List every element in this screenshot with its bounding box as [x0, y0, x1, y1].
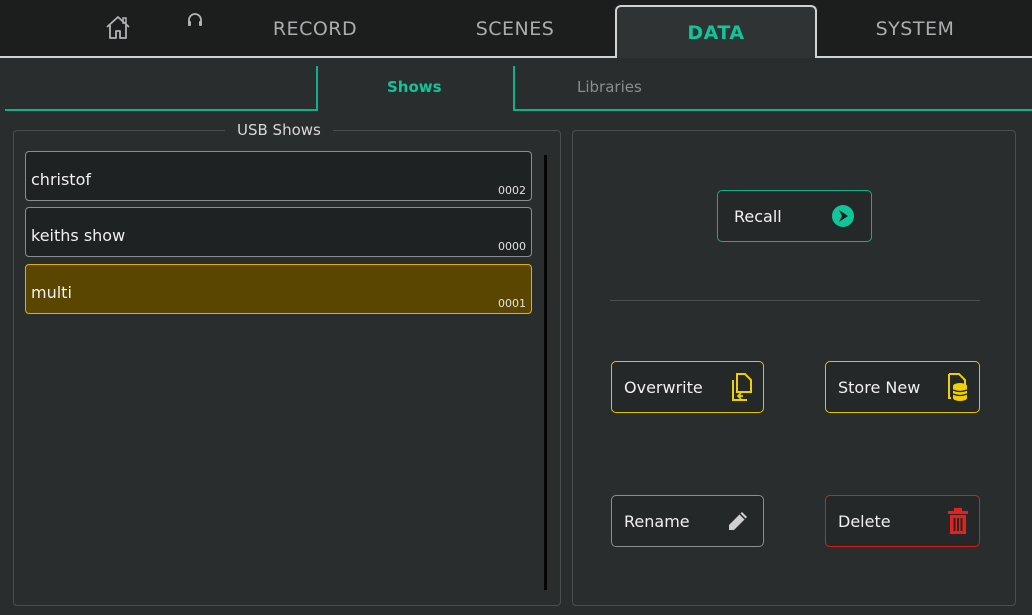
subtab-underline-left	[5, 109, 317, 111]
play-icon	[831, 204, 855, 228]
tab-data[interactable]: DATA	[615, 5, 817, 58]
recall-label: Recall	[734, 206, 782, 226]
show-name: keiths show	[31, 226, 126, 245]
scrollbar[interactable]	[544, 155, 547, 590]
tab-system[interactable]: SYSTEM	[845, 0, 985, 58]
top-tab-bar: RECORD SCENES DATA SYSTEM	[0, 0, 1032, 58]
subtab-border-right	[513, 66, 515, 111]
usb-shows-panel	[13, 130, 561, 606]
list-item[interactable]: keiths show 0000	[25, 207, 532, 257]
subtab-underline-right	[513, 109, 1032, 111]
tab-record[interactable]: RECORD	[245, 0, 385, 58]
show-number: 0000	[498, 240, 526, 253]
store-new-button[interactable]: Store New	[825, 361, 980, 413]
subtab-libraries[interactable]: Libraries	[577, 78, 642, 96]
show-name: multi	[31, 283, 72, 302]
subtab-border-left	[316, 66, 318, 111]
delete-label: Delete	[838, 511, 891, 531]
trash-icon	[947, 507, 969, 535]
panel-title: USB Shows	[225, 121, 333, 139]
tab-monitor[interactable]	[175, 0, 215, 50]
subtab-shows[interactable]: Shows	[387, 78, 442, 96]
rename-label: Rename	[624, 511, 690, 531]
rename-button[interactable]: Rename	[611, 495, 764, 547]
overwrite-label: Overwrite	[624, 377, 703, 397]
overwrite-icon	[731, 372, 753, 402]
store-new-icon	[945, 372, 969, 402]
list-item-selected[interactable]: multi 0001	[25, 264, 532, 314]
sub-tab-bar: Shows Libraries	[0, 58, 1032, 112]
pencil-icon	[727, 510, 749, 532]
tab-home[interactable]	[95, 0, 141, 58]
show-number: 0001	[498, 297, 526, 310]
show-number: 0002	[498, 184, 526, 197]
tab-scenes[interactable]: SCENES	[445, 0, 585, 58]
delete-button[interactable]: Delete	[825, 495, 980, 547]
store-new-label: Store New	[838, 377, 921, 397]
divider	[610, 300, 980, 301]
overwrite-button[interactable]: Overwrite	[611, 361, 764, 413]
home-icon	[104, 14, 132, 45]
show-name: christof	[31, 170, 91, 189]
recall-button[interactable]: Recall	[717, 190, 872, 242]
list-item[interactable]: christof 0002	[25, 151, 532, 201]
headphones-icon	[186, 10, 204, 32]
